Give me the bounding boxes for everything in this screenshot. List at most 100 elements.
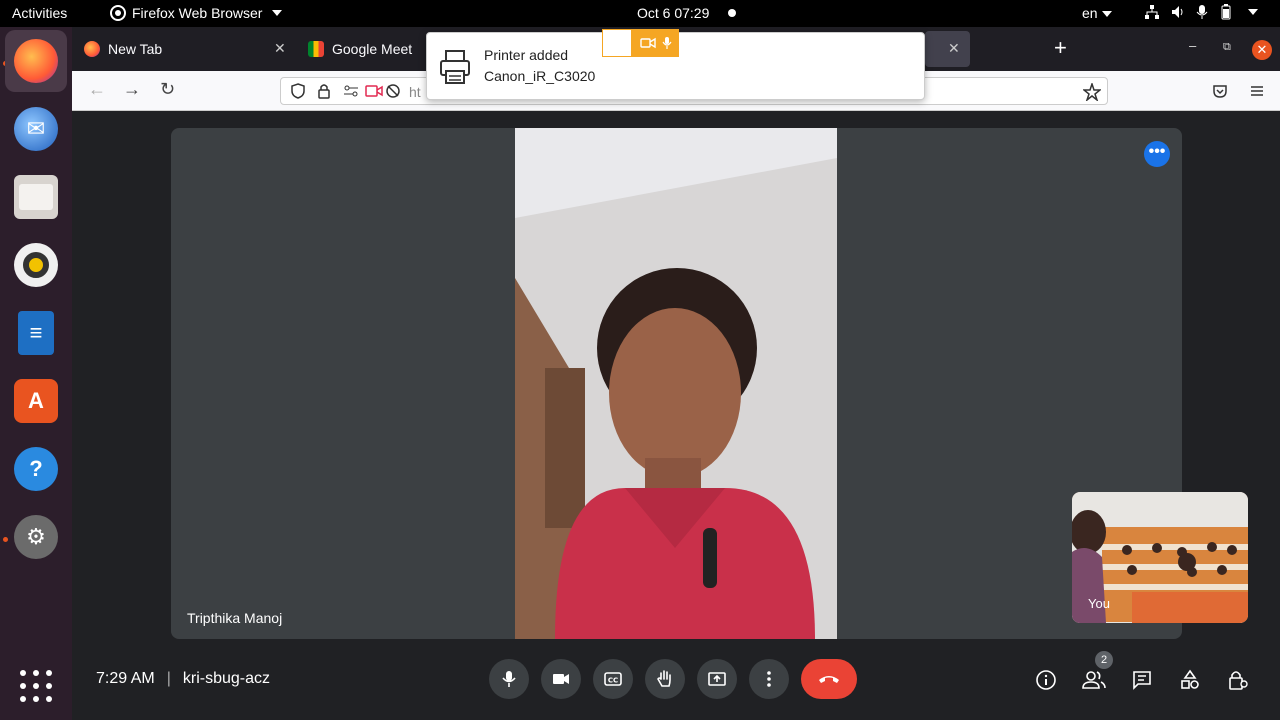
chevron-down-icon [272, 10, 283, 16]
dock-settings[interactable]: ⚙ [5, 506, 67, 568]
screen-sharing-indicator[interactable] [602, 29, 679, 57]
participant-video [515, 128, 837, 639]
self-view-label: You [1088, 596, 1110, 611]
participant-video-image [515, 128, 837, 639]
dock-software[interactable]: A [5, 370, 67, 432]
files-icon [14, 175, 58, 219]
rhythmbox-icon [14, 243, 58, 287]
camera-button[interactable] [541, 659, 581, 699]
battery-icon [1221, 4, 1231, 20]
dock-thunderbird[interactable]: ✉ [5, 98, 67, 160]
hamburger-menu-icon[interactable] [1249, 83, 1265, 99]
dock-firefox[interactable] [5, 30, 67, 92]
closed-captions-icon: CC [604, 672, 622, 686]
firefox-small-icon [110, 5, 126, 21]
tab-label: Google Meet [332, 41, 413, 57]
main-stage: Tripthika Manoj ••• [171, 128, 1182, 639]
app-menu[interactable]: Firefox Web Browser [110, 5, 283, 21]
notification-title: Printer added [484, 47, 569, 63]
firefox-icon [14, 39, 58, 83]
close-tab-icon[interactable]: ✕ [274, 40, 286, 57]
activities-button[interactable]: Activities [12, 5, 67, 21]
meeting-details-button[interactable] [1034, 668, 1058, 692]
settings-icon: ⚙ [14, 515, 58, 559]
meet-favicon-icon [308, 41, 324, 57]
language-indicator[interactable]: en [1082, 5, 1112, 21]
hang-up-icon [819, 676, 839, 683]
more-options-bottom-button[interactable] [749, 659, 789, 699]
host-controls-button[interactable] [1226, 668, 1250, 692]
info-icon [1036, 670, 1056, 690]
microphone-icon [502, 671, 516, 687]
vertical-dots-icon [767, 671, 771, 687]
maximize-window-button[interactable]: ⧉ [1223, 41, 1231, 54]
people-icon [1082, 671, 1106, 689]
pocket-icon[interactable] [1212, 83, 1228, 99]
participant-count-badge: 2 [1095, 651, 1113, 669]
gnome-top-bar: Activities Firefox Web Browser Oct 6 07:… [0, 0, 1280, 27]
indicator-blank [602, 29, 632, 57]
new-tab-button[interactable]: + [1054, 35, 1067, 61]
microphone-button[interactable] [489, 659, 529, 699]
chevron-down-icon [1248, 9, 1258, 15]
clock[interactable]: Oct 6 07:29 [637, 5, 709, 21]
language-label: en [1082, 5, 1098, 21]
software-icon: A [14, 379, 58, 423]
active-tab-fragment[interactable]: ✕ [925, 31, 970, 67]
indicator-active [632, 29, 679, 57]
libreoffice-writer-icon: ≡ [18, 311, 54, 355]
notification-dot-icon [728, 9, 736, 17]
close-tab-icon[interactable]: ✕ [948, 40, 960, 57]
tab-new-tab[interactable]: New Tab [84, 27, 162, 71]
printer-icon [440, 50, 470, 84]
camera-in-use-icon [365, 85, 383, 97]
meeting-details: 7:29 AM | kri-sbug-acz [96, 670, 270, 688]
bookmark-star-icon[interactable] [1083, 83, 1101, 101]
chevron-down-icon [1101, 11, 1112, 18]
show-applications-icon[interactable] [20, 670, 52, 702]
network-icon [1145, 5, 1159, 19]
thunderbird-icon: ✉ [14, 107, 58, 151]
people-button[interactable] [1082, 668, 1106, 692]
self-view-tile[interactable]: You [1072, 492, 1248, 623]
present-screen-icon [708, 672, 726, 686]
raise-hand-button[interactable] [645, 659, 685, 699]
close-window-button[interactable]: ✕ [1252, 40, 1272, 60]
firefox-favicon-icon [84, 41, 100, 57]
video-camera-icon [553, 674, 569, 684]
dock-help[interactable]: ? [5, 438, 67, 500]
microphone-indicator-icon [662, 37, 671, 49]
reload-button[interactable]: ↻ [160, 79, 175, 100]
shield-icon [291, 83, 305, 99]
activities-button[interactable] [1178, 668, 1202, 692]
forward-button[interactable]: → [123, 79, 141, 100]
url-text: ht [409, 84, 421, 100]
shapes-icon [1181, 669, 1199, 689]
minimize-window-button[interactable]: – [1189, 38, 1196, 53]
tab-google-meet[interactable]: Google Meet [308, 27, 412, 71]
back-button[interactable]: ← [88, 79, 106, 100]
dock: ✉ ≡ A ? ⚙ [0, 27, 72, 720]
lock-icon [318, 84, 330, 99]
help-icon: ? [14, 447, 58, 491]
present-screen-button[interactable] [697, 659, 737, 699]
chat-button[interactable] [1130, 668, 1154, 692]
tab-label: New Tab [108, 41, 163, 57]
chat-icon [1133, 671, 1151, 690]
permissions-icon [344, 85, 358, 97]
system-tray[interactable] [1144, 4, 1258, 20]
autoplay-blocked-icon [386, 84, 400, 98]
end-call-button[interactable] [801, 659, 857, 699]
volume-icon [1172, 6, 1183, 18]
camera-indicator-icon [639, 37, 656, 49]
divider: | [166, 670, 171, 687]
dock-files[interactable] [5, 166, 67, 228]
dock-rhythmbox[interactable] [5, 234, 67, 296]
captions-button[interactable]: CC [593, 659, 633, 699]
dock-writer[interactable]: ≡ [5, 302, 67, 364]
meet-content: Tripthika Manoj ••• You 7:29 AM | kri-sb… [72, 111, 1280, 720]
svg-text:CC: CC [608, 677, 618, 685]
app-menu-label: Firefox Web Browser [132, 5, 263, 21]
meeting-time: 7:29 AM [96, 670, 155, 687]
more-options-button[interactable]: ••• [1144, 141, 1170, 167]
